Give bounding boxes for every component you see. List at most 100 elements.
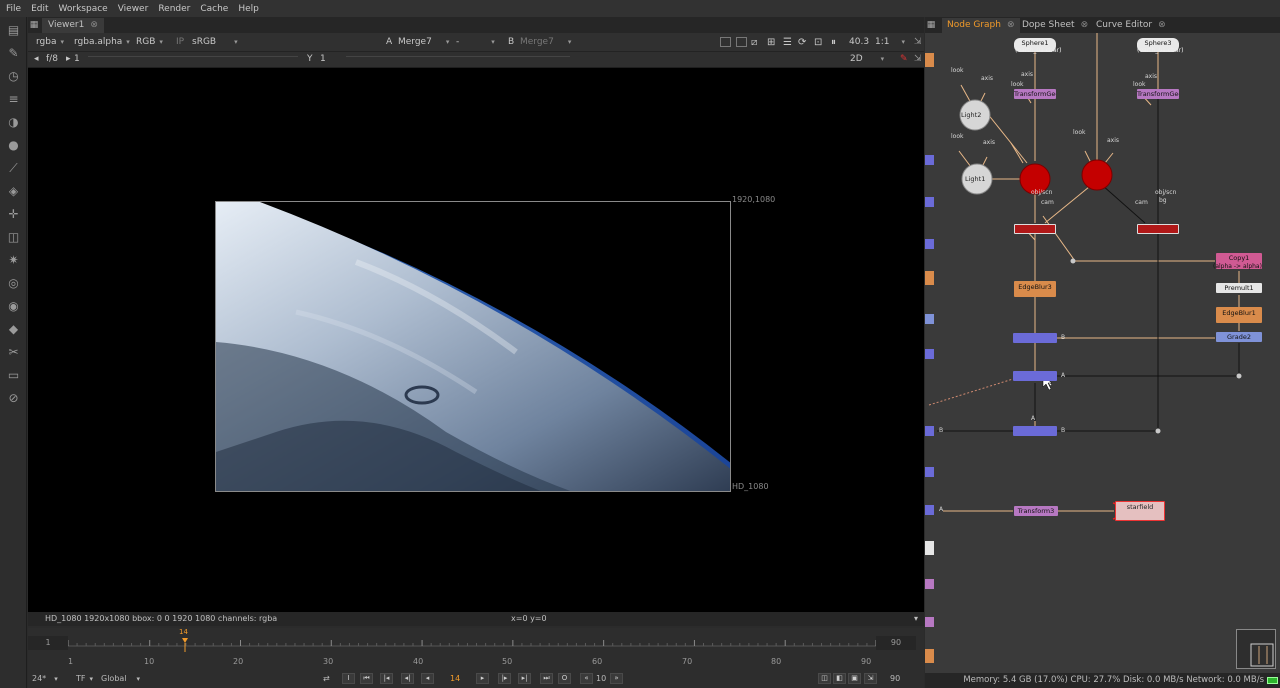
tab-viewer1[interactable]: Viewer1 ⊗ [42,18,104,33]
node-merge-over2[interactable] [1013,371,1057,381]
b-input-dropdown[interactable]: Merge7 ▾ [520,36,571,49]
proxy-icon[interactable]: ⧄ [751,36,757,49]
playhead-marker[interactable] [182,638,188,643]
fstop-right-icon[interactable]: ▸ [66,53,71,66]
node-premult1[interactable]: Premult1 [1216,283,1262,293]
prev-key-button[interactable]: |◂ [380,673,393,684]
merge-tool-icon[interactable]: ◈ [6,184,21,199]
end-frame[interactable]: 90 [876,636,916,650]
menu-workspace[interactable]: Workspace [59,4,108,14]
pause-icon[interactable]: ⏸ [831,36,836,49]
tf-dropdown[interactable]: TF ▾ [76,672,93,685]
colorspace-dropdown[interactable]: sRGB ▾ [192,36,238,49]
offscreen-node-edge[interactable] [925,617,934,627]
out-point-button[interactable]: O [558,673,571,684]
fps-dropdown[interactable]: 24* ▾ [32,672,58,685]
toolsets-tool-icon[interactable]: ✂ [6,345,21,360]
camera2-circle[interactable] [1081,159,1113,191]
color-tool-icon[interactable]: ◑ [6,115,21,130]
camera-icon[interactable]: ◧ [833,673,846,684]
ip-button[interactable]: IP [176,36,184,49]
offscreen-node-edge[interactable] [925,541,934,555]
sync-icon[interactable]: ⇲ [864,673,877,684]
menu-viewer[interactable]: Viewer [118,4,149,14]
in-point-button[interactable]: I [342,673,355,684]
viewer-canvas[interactable]: 1920,1080 HD_1080 [28,68,924,612]
close-icon[interactable]: ⊗ [1007,20,1015,30]
offscreen-node-edge[interactable] [925,314,934,324]
ratio-dropdown[interactable]: 1:1 ▾ [875,36,905,49]
close-icon[interactable]: ⊗ [1158,20,1166,30]
playback-mode-icon[interactable]: ⇄ [323,672,330,685]
draw-tool-icon[interactable]: ✎ [6,46,21,61]
clip-warning-icon[interactable]: ⊡ [814,36,822,49]
tab-dope-sheet[interactable]: Dope Sheet ⊗ [1017,18,1093,33]
time-tool-icon[interactable]: ◷ [6,69,21,84]
start-frame[interactable]: 1 [28,636,68,650]
collapse-icon[interactable]: ⇲ [914,53,922,66]
filter-tool-icon[interactable]: ● [6,138,21,153]
node-transform3[interactable]: Transform3 [1014,506,1058,516]
3d-tool-icon[interactable]: ◫ [6,230,21,245]
transform-tool-icon[interactable]: ✛ [6,207,21,222]
a-input-dropdown[interactable]: Merge7 ▾ [398,36,449,49]
roi-icon[interactable] [720,37,731,47]
offscreen-node-edge[interactable] [925,197,934,207]
node-transformgeo2[interactable]: TransformGeo [1137,89,1179,99]
lock-icon[interactable]: ▣ [848,673,861,684]
offscreen-node-edge[interactable] [925,239,934,249]
scope-dropdown[interactable]: Global ▾ [101,672,140,685]
lut-icon[interactable]: ☰ [783,36,792,49]
view-mode-dropdown[interactable]: 2D ▾ [850,53,884,66]
deep-tool-icon[interactable]: ◎ [6,276,21,291]
node-graph-canvas[interactable]: Sphere1 (earth_01.cbar) Sphere3 (earth_0… [925,33,1280,680]
views-tool-icon[interactable]: ◉ [6,299,21,314]
expand-icon[interactable]: ⇲ [914,36,922,49]
metadata-tool-icon[interactable]: ◆ [6,322,21,337]
last-frame-button[interactable]: ⏭ [540,673,553,684]
next-key-button[interactable]: ▸| [518,673,531,684]
prev-frame-button[interactable]: ◂| [401,673,414,684]
close-icon[interactable]: ⊗ [1081,20,1089,30]
refresh-icon[interactable]: ⟳ [798,36,806,49]
offscreen-node-edge[interactable] [925,349,934,359]
offscreen-node-edge[interactable] [925,649,934,663]
gamma-slider[interactable] [346,56,570,64]
offscreen-node-edge[interactable] [925,155,934,165]
tab-curve-editor[interactable]: Curve Editor ⊗ [1091,18,1171,33]
offscreen-node-edge[interactable] [925,505,934,515]
step-forward-button[interactable]: » [610,673,623,684]
timeline-track[interactable] [68,634,876,652]
offscreen-node-edge[interactable] [925,467,934,477]
close-icon[interactable]: ⊗ [90,20,98,30]
menu-render[interactable]: Render [158,4,190,14]
offscreen-node-edge[interactable] [925,579,934,589]
fstop-left-icon[interactable]: ◂ [34,53,39,66]
channel-tool-icon[interactable]: ≡ [6,92,21,107]
current-frame-field[interactable]: 14 [450,672,460,685]
menu-cache[interactable]: Cache [200,4,228,14]
channels-dropdown[interactable]: rgba ▾ [36,36,64,49]
end-frame-field[interactable]: 90 [890,672,900,685]
node-edgeblur3[interactable]: EdgeBlur3 [1014,281,1056,297]
image-tool-icon[interactable]: ▤ [6,23,21,38]
step-field[interactable]: 10 [596,672,606,685]
keyer-tool-icon[interactable]: ⟋ [6,161,21,176]
step-back-button[interactable]: « [580,673,593,684]
gain-value[interactable]: 1 [74,53,80,66]
compare-mode-dropdown[interactable]: - ▾ [456,36,495,49]
node-grade2[interactable]: Grade2 [1216,332,1262,342]
play-forward-button[interactable]: ▸ [476,673,489,684]
node-starfield-disabled[interactable]: starfield [1115,501,1165,521]
node-merge-over1[interactable] [1013,333,1057,343]
offscreen-node-edge[interactable] [925,53,934,67]
node-graph-minimap[interactable] [1236,629,1276,669]
color-pick-icon[interactable]: ✎ [900,53,908,66]
menu-edit[interactable]: Edit [31,4,48,14]
zoom-value[interactable]: 40.3 [849,36,869,49]
downscale-icon[interactable]: ⊞ [767,36,775,49]
play-backward-button[interactable]: ◂ [421,673,434,684]
menu-file[interactable]: File [6,4,21,14]
first-frame-button[interactable]: ⏮ [360,673,373,684]
furnace-tool-icon[interactable]: ⊘ [6,391,21,406]
